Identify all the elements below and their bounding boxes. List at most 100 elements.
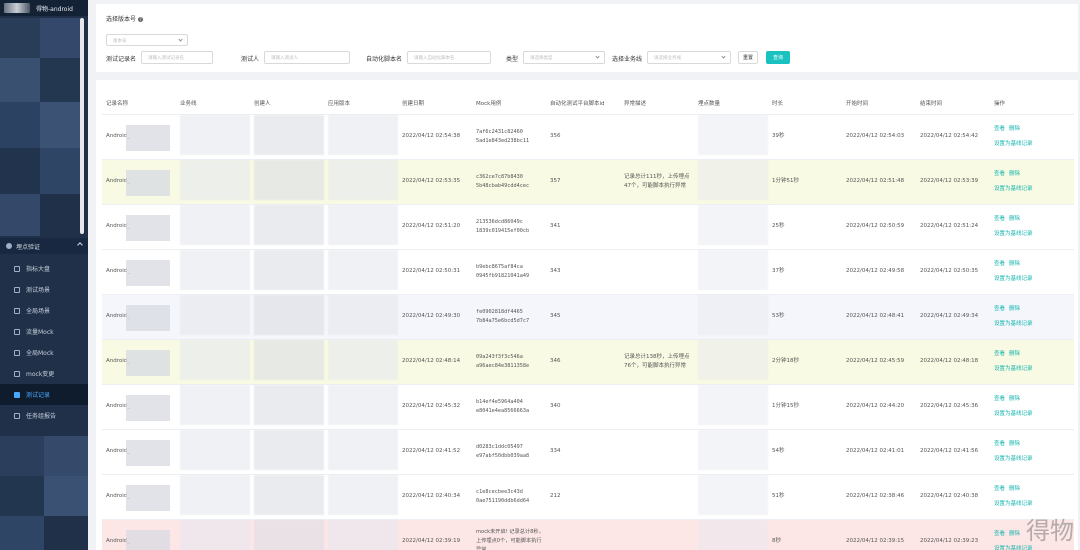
record-name-input[interactable]: 请输入测试记录名	[141, 51, 213, 64]
set-baseline-link[interactable]: 设置为基线记录	[994, 185, 1033, 194]
delete-link[interactable]: 删除	[1009, 260, 1020, 269]
sidebar-item-test-scenes[interactable]: 测试场景	[0, 279, 88, 300]
duration-cell: 2分钟18秒	[768, 339, 842, 385]
redacted-block	[328, 204, 398, 245]
sidebar-item-dashboard[interactable]: 指标大盘	[0, 258, 88, 279]
redacted-block	[328, 339, 398, 380]
version-select[interactable]: 版本号	[106, 34, 188, 46]
delete-link[interactable]: 删除	[1009, 440, 1020, 449]
record-name-label: 测试记录名	[106, 56, 137, 63]
sidebar-item-global-scenes[interactable]: 全局场景	[0, 300, 88, 321]
set-baseline-link[interactable]: 设置为基线记录	[994, 410, 1033, 419]
type-placeholder: 请选择类型	[530, 56, 553, 61]
delete-link[interactable]: 删除	[1009, 530, 1020, 539]
sidebar-item-label: mock变更	[26, 371, 55, 378]
view-link[interactable]: 查看	[994, 530, 1005, 539]
column-header: 开始时间	[842, 92, 916, 115]
delete-link[interactable]: 删除	[1009, 170, 1020, 179]
mock-case-cell: mock未开启! 记录总计8秒，上传埋点0个，可能脚本执行异常	[472, 519, 546, 550]
set-baseline-link[interactable]: 设置为基线记录	[994, 275, 1033, 284]
delete-link[interactable]: 删除	[1009, 485, 1020, 494]
view-link[interactable]: 查看	[994, 485, 1005, 494]
delete-link[interactable]: 删除	[1009, 215, 1020, 224]
view-link[interactable]: 查看	[994, 260, 1005, 269]
version-section-title: 选择版本号?	[106, 14, 144, 23]
view-link[interactable]: 查看	[994, 440, 1005, 449]
record-name-cell: Android_	[102, 294, 176, 340]
end-time-cell: 2022/04/12 02:49:34	[916, 294, 990, 340]
duration-cell: 1分钟51秒	[768, 159, 842, 205]
end-time-cell: 2022/04/12 02:54:42	[916, 114, 990, 160]
tester-input[interactable]: 请输入测试人	[264, 51, 350, 64]
redacted-block	[254, 474, 324, 515]
app-version-cell	[324, 474, 398, 520]
redacted-block	[328, 384, 398, 425]
table-row: Android_ 2022/04/12 02:50:31 b9ebc8675af84…	[102, 249, 1074, 295]
redacted-block	[328, 159, 398, 200]
set-baseline-link[interactable]: 设置为基线记录	[994, 365, 1033, 374]
view-link[interactable]: 查看	[994, 170, 1005, 179]
set-baseline-link[interactable]: 设置为基线记录	[994, 140, 1033, 149]
delete-link[interactable]: 删除	[1009, 125, 1020, 134]
table-row: Android_ 2022/04/12 02:54:38 7af6c2431c824…	[102, 114, 1074, 160]
start-time-cell: 2022/04/12 02:48:41	[842, 294, 916, 340]
error-desc-cell	[620, 204, 694, 250]
table-row: Android_ 2022/04/12 02:40:34 c1e8cecbee3c4…	[102, 474, 1074, 520]
reset-button[interactable]: 重置	[738, 51, 758, 64]
tracking-count-cell	[694, 204, 768, 250]
end-time-cell: 2022/04/12 02:40:38	[916, 474, 990, 520]
table-row: Android_ 2022/04/12 02:41:52 d0283c1ddc054…	[102, 429, 1074, 475]
business-line-cell	[176, 249, 250, 295]
sidebar-item-label: 指标大盘	[26, 266, 51, 273]
help-icon[interactable]: ?	[138, 17, 144, 22]
traffic-mock-icon	[14, 328, 20, 335]
sidebar-scrollbar[interactable]	[80, 18, 84, 234]
error-desc-cell	[620, 294, 694, 340]
duration-cell: 53秒	[768, 294, 842, 340]
record-name-cell: Android_	[102, 159, 176, 205]
script-id-cell: 341	[546, 204, 620, 250]
column-header: 自动化测试平台脚本id	[546, 92, 620, 115]
sidebar-item-task-group-report[interactable]: 任务组报告	[0, 405, 88, 426]
app-brand[interactable]: 得物-android	[0, 0, 88, 16]
delete-link[interactable]: 删除	[1009, 305, 1020, 314]
view-link[interactable]: 查看	[994, 125, 1005, 134]
view-link[interactable]: 查看	[994, 350, 1005, 359]
view-link[interactable]: 查看	[994, 395, 1005, 404]
business-line-select[interactable]: 请选择业务线	[647, 51, 731, 64]
creator-cell	[250, 204, 324, 250]
actions-cell: 查看 删除设置为基线记录	[990, 429, 1074, 475]
sidebar-item-label: 流量Mock	[26, 329, 54, 336]
view-link[interactable]: 查看	[994, 305, 1005, 314]
view-link[interactable]: 查看	[994, 215, 1005, 224]
creator-cell	[250, 159, 324, 205]
set-baseline-link[interactable]: 设置为基线记录	[994, 230, 1033, 239]
delete-link[interactable]: 删除	[1009, 350, 1020, 359]
sidebar-item-global-mock[interactable]: 全局Mock	[0, 342, 88, 363]
delete-link[interactable]: 删除	[1009, 395, 1020, 404]
start-time-cell: 2022/04/12 02:41:01	[842, 429, 916, 475]
query-button[interactable]: 查询	[766, 51, 790, 64]
redacted-block	[126, 169, 170, 196]
table-header-row: 记录名称 业务线 创建人 应用版本 创建日期 Mock用例 自动化测试平台脚本id 异常描述埋…	[102, 92, 1074, 115]
redacted-block	[180, 384, 250, 425]
redacted-block	[180, 339, 250, 380]
actions-cell: 查看 删除设置为基线记录	[990, 384, 1074, 430]
sidebar-item-mock-changes[interactable]: mock变更	[0, 363, 88, 384]
menu-group-tracking[interactable]: 埋点验证	[0, 238, 88, 254]
type-select[interactable]: 请选择类型	[523, 51, 605, 64]
blurred-menu-area	[0, 18, 80, 236]
set-baseline-link[interactable]: 设置为基线记录	[994, 320, 1033, 329]
redacted-block	[328, 294, 398, 335]
column-header: 时长	[768, 92, 842, 115]
sidebar-item-traffic-mock[interactable]: 流量Mock	[0, 321, 88, 342]
tracking-count-cell	[694, 429, 768, 475]
set-baseline-link[interactable]: 设置为基线记录	[994, 500, 1033, 509]
set-baseline-link[interactable]: 设置为基线记录	[994, 455, 1033, 464]
redacted-block	[254, 114, 324, 155]
sidebar-item-test-records[interactable]: 测试记录	[0, 384, 88, 405]
script-name-input[interactable]: 请输入自动化脚本名	[407, 51, 491, 64]
record-name-cell: Android_	[102, 339, 176, 385]
redacted-block	[126, 304, 170, 331]
business-line-label: 选择业务线	[612, 56, 643, 63]
